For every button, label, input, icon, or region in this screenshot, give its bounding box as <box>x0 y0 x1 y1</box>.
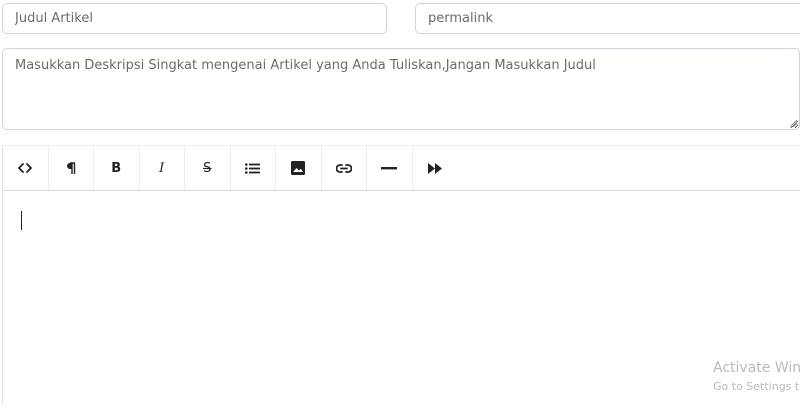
windows-activation-watermark: Activate Win Go to Settings to <box>713 360 800 395</box>
resize-grip-icon[interactable] <box>790 120 797 127</box>
rich-text-editor: B I S <box>2 145 800 404</box>
horizontal-rule-icon <box>381 166 398 170</box>
read-more-button[interactable] <box>413 146 459 190</box>
horizontal-rule-button[interactable] <box>367 146 413 190</box>
link-icon <box>335 163 352 173</box>
italic-button[interactable]: I <box>140 146 185 190</box>
insert-image-button[interactable] <box>276 146 322 190</box>
list-icon <box>245 162 261 174</box>
fast-forward-icon <box>428 162 443 174</box>
strikethrough-button[interactable]: S <box>185 146 231 190</box>
watermark-title: Activate Win <box>713 360 800 376</box>
insert-link-button[interactable] <box>322 146 367 190</box>
bold-icon: B <box>111 160 122 176</box>
watermark-subtitle: Go to Settings to <box>713 380 800 393</box>
unordered-list-button[interactable] <box>231 146 276 190</box>
text-cursor <box>21 211 22 230</box>
paragraph-button[interactable] <box>49 146 94 190</box>
italic-icon: I <box>159 160 165 176</box>
editor-toolbar: B I S <box>3 146 800 191</box>
bold-button[interactable]: B <box>94 146 140 190</box>
code-icon <box>18 163 33 173</box>
article-title-input[interactable] <box>2 3 387 34</box>
editor-content-area[interactable] <box>3 191 800 405</box>
strikethrough-icon: S <box>203 160 212 176</box>
code-view-button[interactable] <box>3 146 49 190</box>
pilcrow-icon <box>66 161 76 175</box>
image-icon <box>291 161 306 175</box>
description-textarea[interactable] <box>2 48 800 130</box>
permalink-input[interactable] <box>415 3 800 34</box>
